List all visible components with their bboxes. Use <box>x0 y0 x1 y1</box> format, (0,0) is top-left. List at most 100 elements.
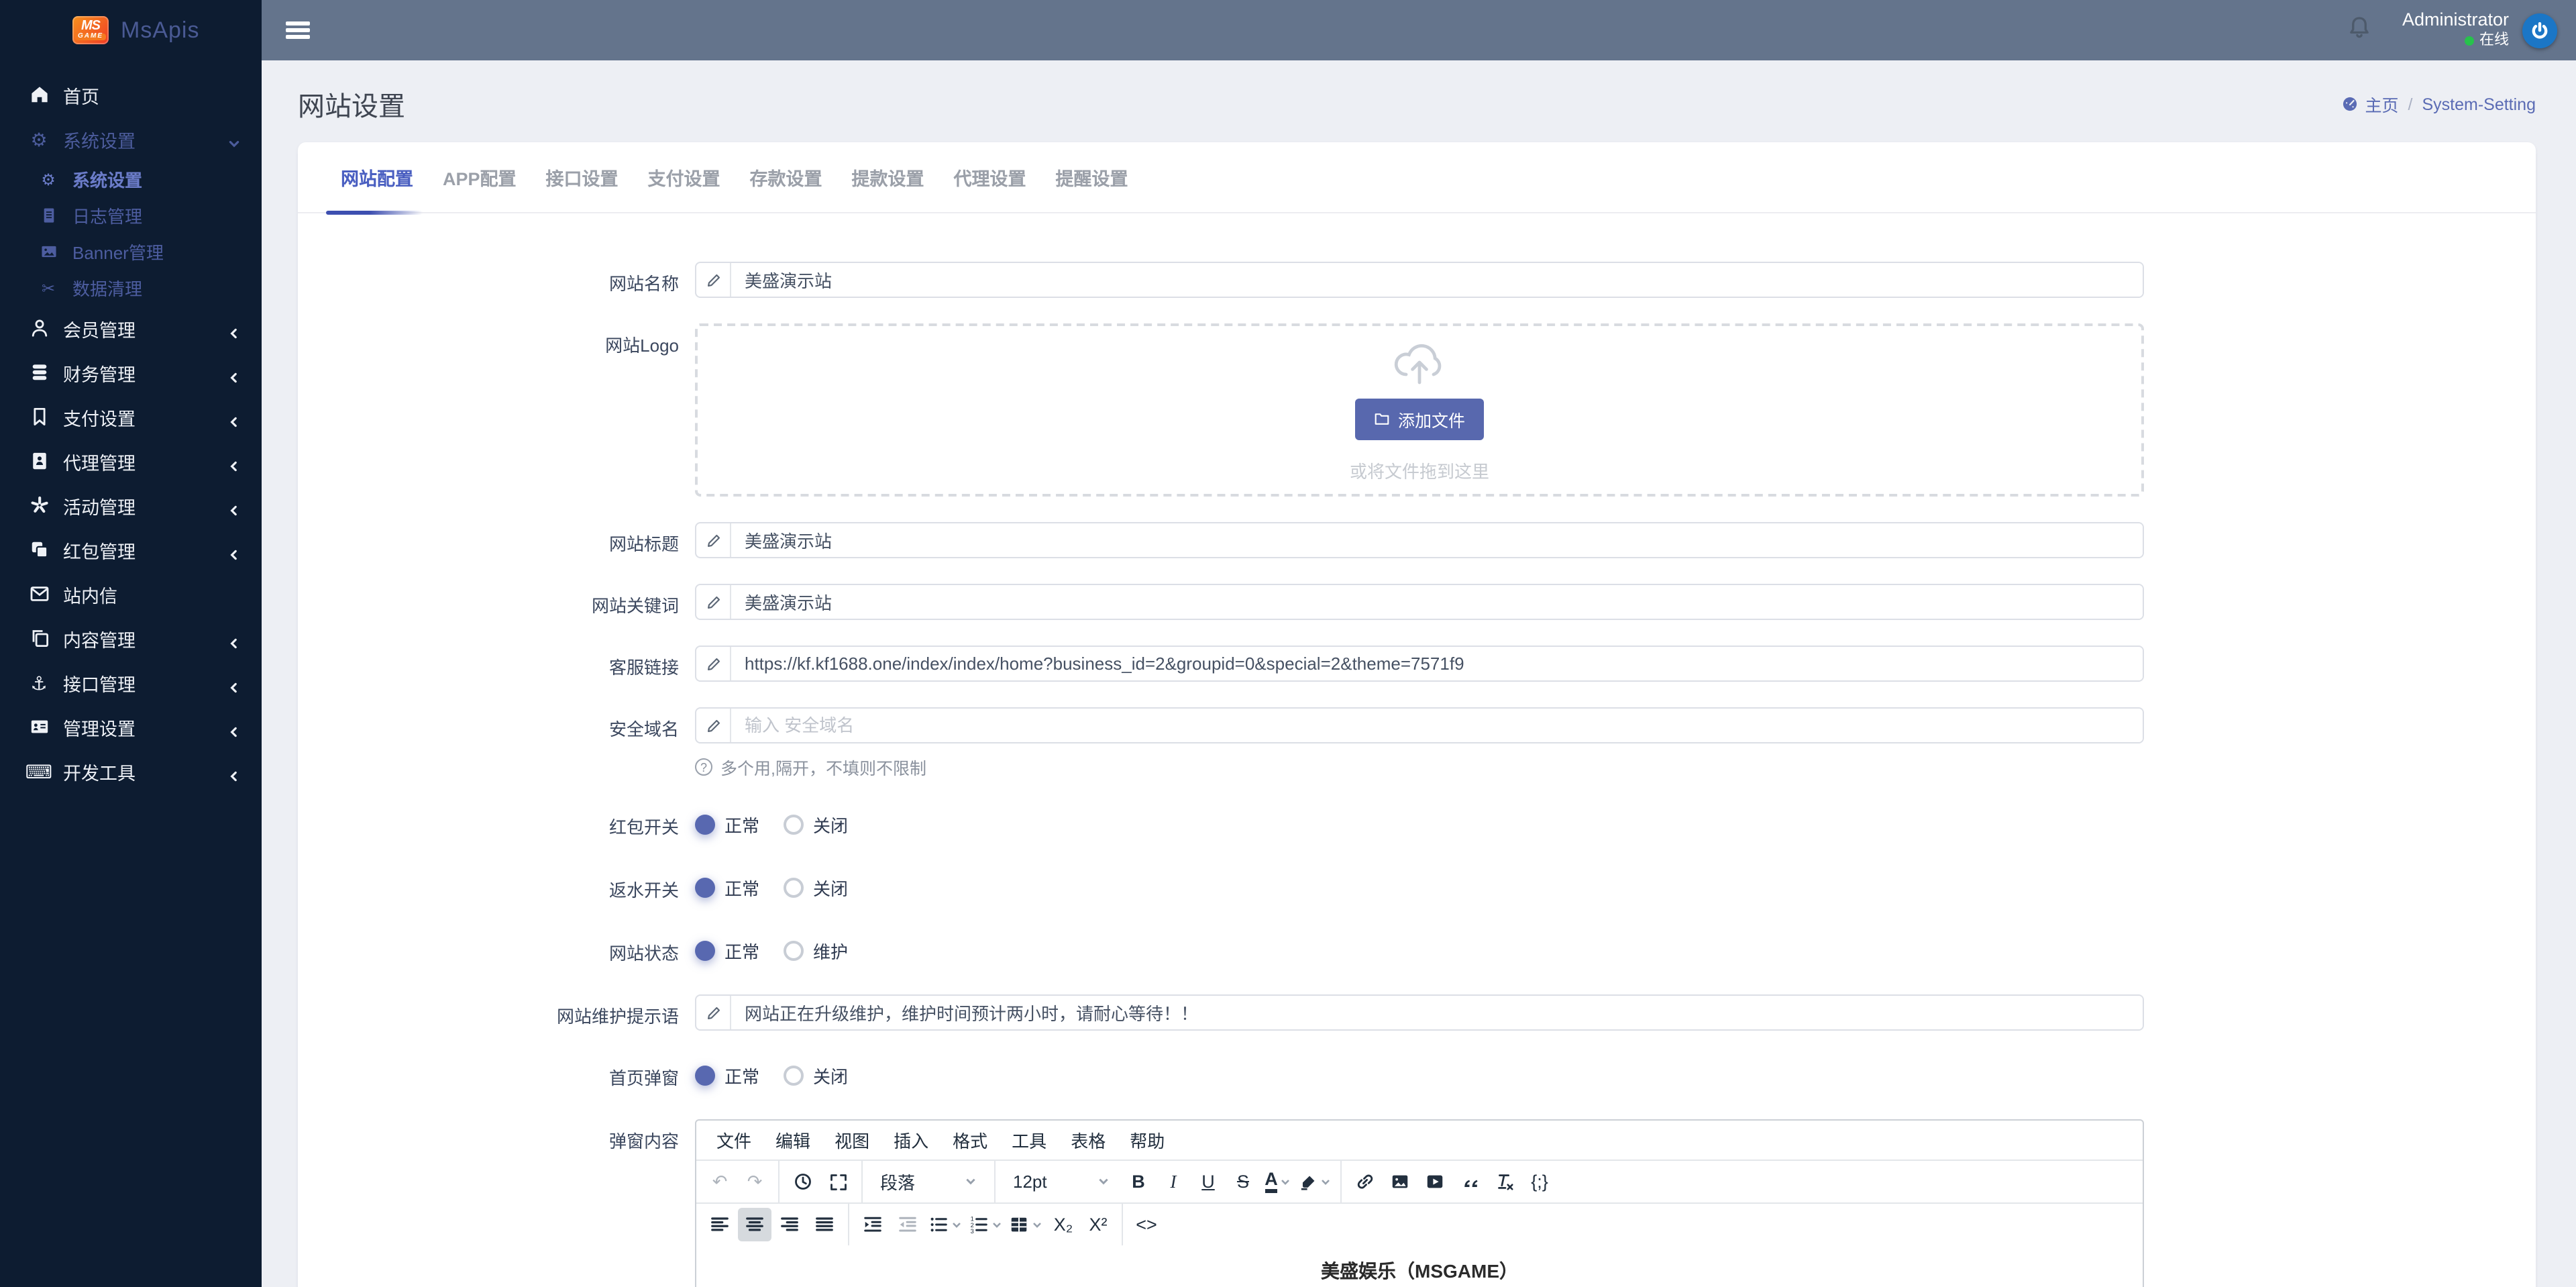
tab-site-config[interactable]: 网站配置 <box>341 164 413 191</box>
maintenance-text-input[interactable] <box>731 996 2143 1029</box>
redo-button[interactable]: ↷ <box>738 1165 771 1198</box>
link-button[interactable] <box>1348 1165 1382 1198</box>
paragraph-format-select[interactable]: 段落 <box>869 1165 987 1198</box>
insert-image-button[interactable] <box>1383 1165 1417 1198</box>
restore-draft-button[interactable] <box>786 1165 820 1198</box>
sidebar-subitem-system-settings[interactable]: ⚙ 系统设置 <box>0 161 262 197</box>
logo-upload-dropzone[interactable]: 添加文件 或将文件拖到这里 <box>695 323 2144 497</box>
sidebar-item-agent-management[interactable]: 代理管理 <box>0 439 262 483</box>
service-link-input[interactable] <box>731 647 2143 680</box>
menu-toggle-icon[interactable] <box>286 21 310 39</box>
sidebar-item-dev-tools[interactable]: ⌨ 开发工具 <box>0 749 262 793</box>
numbered-list-button[interactable]: 123 <box>966 1208 1005 1241</box>
status-maintenance-radio[interactable]: 维护 <box>784 937 848 963</box>
safe-domain-input[interactable] <box>731 709 2143 742</box>
sidebar-item-system-settings[interactable]: ⚙ 系统设置 <box>0 117 262 161</box>
indent-button[interactable] <box>856 1208 890 1241</box>
bullet-list-button[interactable] <box>926 1208 965 1241</box>
sidebar-item-api-management[interactable]: ⚓ 接口管理 <box>0 660 262 705</box>
sidebar-item-label: 支付设置 <box>63 403 136 430</box>
breadcrumb-home-link[interactable]: 主页 <box>2341 91 2398 117</box>
notifications-bell-icon[interactable] <box>2347 14 2373 46</box>
popup-off-radio[interactable]: 关闭 <box>784 1062 848 1088</box>
online-status-dot <box>2465 37 2474 46</box>
editor-content-area[interactable]: 美盛娱乐（MSGAME） <box>696 1245 2143 1287</box>
sidebar-item-finance-management[interactable]: 财务管理 <box>0 350 262 395</box>
outdent-button[interactable] <box>891 1208 924 1241</box>
sidebar-item-content-management[interactable]: 内容管理 <box>0 616 262 660</box>
sidebar-item-redpacket-management[interactable]: 红包管理 <box>0 527 262 572</box>
rebate-normal-radio[interactable]: 正常 <box>695 874 759 900</box>
id-card-icon <box>27 717 51 737</box>
menu-view[interactable]: 视图 <box>822 1127 881 1153</box>
sidebar-item-activity-management[interactable]: 活动管理 <box>0 483 262 527</box>
site-title-input[interactable] <box>731 523 2143 557</box>
font-size-select[interactable]: 12pt <box>1002 1165 1120 1198</box>
tab-agent-settings[interactable]: 代理设置 <box>954 164 1026 191</box>
sidebar-subitem-data-cleanup[interactable]: ✂ 数据清理 <box>0 270 262 306</box>
sidebar-item-admin-settings[interactable]: 管理设置 <box>0 705 262 749</box>
tab-api-settings[interactable]: 接口设置 <box>546 164 619 191</box>
tab-payment-settings[interactable]: 支付设置 <box>648 164 720 191</box>
radio-selected-icon <box>695 877 715 897</box>
drop-hint-text: 或将文件拖到这里 <box>1350 457 1489 482</box>
brand-logo[interactable]: MS GAME MsApis <box>0 0 262 60</box>
radio-selected-icon <box>695 1065 715 1085</box>
sidebar-nav: 首页 ⚙ 系统设置 ⚙ 系统设置 日志管理 Banner管理 ✂ 数据清理 <box>0 60 262 793</box>
align-right-button[interactable] <box>773 1208 806 1241</box>
blockquote-button[interactable] <box>1453 1165 1487 1198</box>
source-code-button[interactable]: <> <box>1130 1208 1163 1241</box>
redpacket-off-radio[interactable]: 关闭 <box>784 811 848 837</box>
site-keywords-input[interactable] <box>731 585 2143 619</box>
sidebar-subitem-banner-management[interactable]: Banner管理 <box>0 234 262 270</box>
sidebar-item-payment-settings[interactable]: 支付设置 <box>0 395 262 439</box>
avatar[interactable] <box>2522 13 2557 48</box>
tab-withdraw-settings[interactable]: 提款设置 <box>852 164 924 191</box>
menu-table[interactable]: 表格 <box>1059 1127 1118 1153</box>
site-name-input[interactable] <box>731 263 2143 297</box>
sidebar-item-site-mail[interactable]: 站内信 <box>0 572 262 616</box>
clock-icon <box>793 1172 813 1192</box>
sidebar-subitem-log-management[interactable]: 日志管理 <box>0 197 262 234</box>
add-file-button[interactable]: 添加文件 <box>1355 398 1484 440</box>
strikethrough-button[interactable]: S <box>1226 1165 1260 1198</box>
menu-edit[interactable]: 编辑 <box>763 1127 822 1153</box>
code-sample-button[interactable]: {;} <box>1523 1165 1556 1198</box>
user-info[interactable]: Administrator 在线 <box>2402 9 2509 50</box>
redpacket-normal-radio[interactable]: 正常 <box>695 811 759 837</box>
menu-format[interactable]: 格式 <box>941 1127 1000 1153</box>
sidebar-item-label: 站内信 <box>63 580 117 607</box>
tab-reminder-settings[interactable]: 提醒设置 <box>1056 164 1128 191</box>
underline-button[interactable]: U <box>1191 1165 1225 1198</box>
align-left-button[interactable] <box>703 1208 737 1241</box>
menu-file[interactable]: 文件 <box>704 1127 763 1153</box>
bold-button[interactable]: B <box>1122 1165 1155 1198</box>
chevron-down-icon <box>991 1219 1002 1230</box>
tab-app-config[interactable]: APP配置 <box>443 164 517 191</box>
insert-media-button[interactable] <box>1418 1165 1452 1198</box>
align-justify-button[interactable] <box>808 1208 841 1241</box>
fullscreen-button[interactable] <box>821 1165 855 1198</box>
italic-button[interactable]: I <box>1157 1165 1190 1198</box>
clear-formatting-button[interactable] <box>1488 1165 1521 1198</box>
highlight-color-button[interactable] <box>1296 1165 1334 1198</box>
tab-deposit-settings[interactable]: 存款设置 <box>750 164 822 191</box>
menu-insert[interactable]: 插入 <box>881 1127 941 1153</box>
status-normal-radio[interactable]: 正常 <box>695 937 759 963</box>
superscript-button[interactable]: X² <box>1081 1208 1115 1241</box>
undo-button[interactable]: ↶ <box>703 1165 737 1198</box>
sidebar-item-member-management[interactable]: 会员管理 <box>0 306 262 350</box>
subscript-button[interactable]: X₂ <box>1046 1208 1080 1241</box>
popup-normal-radio[interactable]: 正常 <box>695 1062 759 1088</box>
align-center-button[interactable] <box>738 1208 771 1241</box>
sidebar-item-home[interactable]: 首页 <box>0 72 262 117</box>
radio-selected-icon <box>695 940 715 960</box>
menu-tools[interactable]: 工具 <box>1000 1127 1059 1153</box>
rebate-off-radio[interactable]: 关闭 <box>784 874 848 900</box>
sidebar-item-label: 内容管理 <box>63 625 136 652</box>
radio-unselected-icon <box>784 1065 804 1085</box>
menu-help[interactable]: 帮助 <box>1118 1127 1177 1153</box>
breadcrumb-current: System-Setting <box>2422 95 2536 113</box>
table-button[interactable] <box>1006 1208 1045 1241</box>
text-color-button[interactable]: A <box>1261 1165 1295 1198</box>
